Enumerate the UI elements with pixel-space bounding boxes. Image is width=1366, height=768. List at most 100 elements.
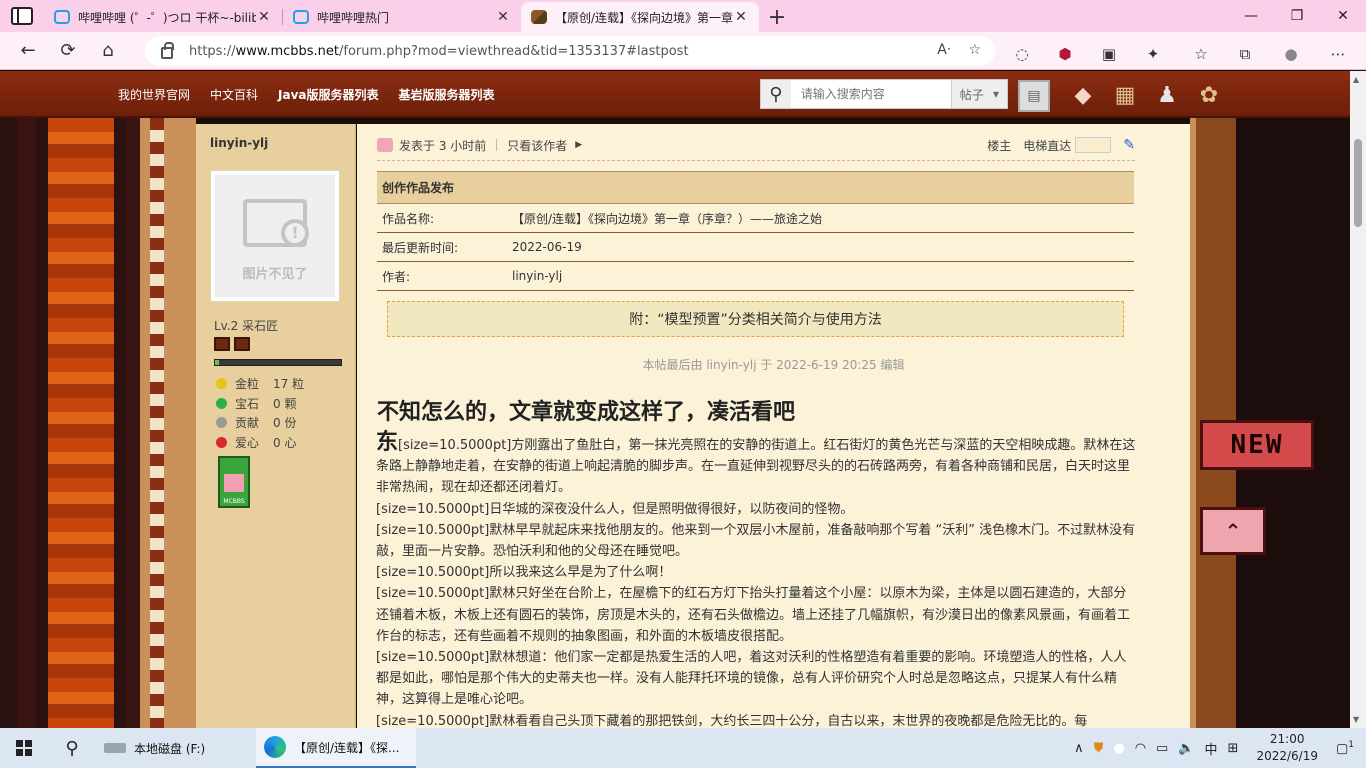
volume-icon[interactable]: 🔈 [1178,741,1194,756]
shopping-icon[interactable]: ◌ [1010,42,1034,66]
tab-close-icon[interactable]: ✕ [256,9,272,25]
scroll-up-icon[interactable]: ▲ [1353,75,1359,84]
lock-icon[interactable] [161,42,174,59]
system-tray: ∧ ⛊ ● ◠ ▭ 🔈 中 ⊞ 21:00 2022/6/19 ▢1 [1074,728,1366,768]
post-meta: 发表于 3 小时前 只看该作者 ▶ 楼主 电梯直达 ✎ [377,135,1135,155]
gold-nugget-icon [216,378,227,390]
more-menu-icon[interactable]: ⋯ [1326,42,1350,66]
warning-icon: ! [281,219,309,247]
tab-close-icon[interactable]: ✕ [495,9,511,25]
wifi-icon[interactable]: ◠ [1135,741,1146,756]
apple-heart-icon [216,436,227,448]
url-bar[interactable]: https://www.mcbbs.net/forum.php?mod=view… [145,36,995,66]
crafting-table-icon[interactable]: ▦ [1110,80,1140,110]
chevron-up-icon: ⌃ [1224,519,1242,543]
minimize-icon[interactable]: — [1228,0,1274,32]
circle-app-icon[interactable]: ● [1113,741,1124,756]
cake-icon[interactable]: ◆ [1068,80,1098,110]
taskbar-app-explorer[interactable]: 本地磁盘 (F:) [96,728,256,768]
browser-tab-bilibili-hot[interactable]: 哔哩哔哩热门 ✕ [283,2,521,32]
drive-icon [104,743,126,753]
collections-icon[interactable]: ⧉ [1233,42,1257,66]
scrollbar-thumb[interactable] [1354,139,1362,227]
profile-avatar-icon[interactable]: ● [1279,42,1303,66]
avatar[interactable]: ! 图片不见了 [210,170,340,302]
url-text[interactable]: https://www.mcbbs.net/forum.php?mod=view… [189,44,689,59]
nav-wiki[interactable]: 中文百科 [210,86,258,103]
medal-badge[interactable]: MCBBS [218,456,250,508]
nav-java-servers[interactable]: Java版服务器列表 [278,86,378,103]
refresh-button[interactable]: ⟳ [48,32,88,70]
potion-icon[interactable]: ♟ [1152,80,1182,110]
chevron-down-icon: ▾ [992,87,999,101]
windows-logo-icon [16,740,32,756]
table-row: 最后更新时间: 2022-06-19 [377,232,1134,262]
clock[interactable]: 21:00 2022/6/19 [1248,731,1326,765]
author-stats: 金粒 17 粒 宝石 0 颗 贡献 0 份 爱心 0 心 [216,374,304,452]
tab-title: 【原创/连载】《探向边境》第一章 [555,10,733,25]
ime-indicator[interactable]: 中 [1205,739,1218,758]
model-preset-notice[interactable]: 附：“模型预置”分类相关简介与使用方法 [387,301,1124,337]
table-row: 作者: linyin-ylj [377,261,1134,291]
browser-tab-mcbbs[interactable]: 【原创/连载】《探向边境》第一章 ✕ [521,2,759,32]
taskbar-app-edge[interactable]: 【原创/连载】《探... [256,728,416,768]
paragraph: [size=10.5000pt]默林看看自己头顶下藏着的那把铁剑，大约长三四十公… [376,713,1088,728]
new-post-sticker[interactable]: NEW [1200,420,1314,470]
site-search: ⚲ 帖子 ▾ [760,79,1008,109]
bilibili-icon [54,10,70,24]
search-input[interactable] [790,80,951,108]
paragraph: [size=10.5000pt]默林早早就起床来找他朋友的。他来到一个双层小木屋… [376,522,1136,560]
extension-black-icon[interactable]: ▣ [1097,42,1121,66]
extensions-puzzle-icon[interactable]: ✦ [1141,42,1165,66]
only-author-link[interactable]: 只看该作者 [507,137,567,154]
back-button[interactable]: ← [8,32,48,70]
triangle-right-icon[interactable]: ▶ [575,140,582,150]
author-level[interactable]: Lv.2 采石匠 [214,317,278,334]
search-scope-select[interactable]: 帖子 ▾ [950,80,1007,108]
security-shield-icon[interactable]: ⛊ [1094,741,1104,756]
pig-face-icon [377,138,393,152]
author-name[interactable]: linyin-ylj [210,136,268,150]
taskbar-search-icon[interactable]: ⚲ [48,728,96,768]
page-scrollbar[interactable]: ▲ ▼ [1350,71,1366,728]
extension-hex-icon[interactable]: ⬢ [1053,42,1077,66]
minecraft-block-icon [531,10,547,24]
browser-tab-strip: 哔哩哔哩 (゜-゜)つロ 干杯~-bilibili ✕ 哔哩哔哩热门 ✕ 【原创… [0,0,1366,32]
nav-minecraft-official[interactable]: 我的世界官网 [118,86,190,103]
close-window-icon[interactable]: ✕ [1320,0,1366,32]
search-submit-button[interactable]: ▤ [1018,80,1050,112]
author-panel: linyin-ylj ! 图片不见了 Lv.2 采石匠 金粒 17 粒 宝石 0 颗… [196,124,356,728]
nav-bedrock-servers[interactable]: 基岩版服务器列表 [399,86,495,103]
home-button[interactable]: ⌂ [88,32,128,70]
frame-ribbon [150,118,164,728]
palette-icon[interactable]: ✿ [1194,80,1224,110]
post-body: 东[size=10.5000pt]方刚露出了鱼肚白，第一抹光亮照在的安静的街道上… [376,432,1138,729]
restore-icon[interactable]: ❐ [1274,0,1320,32]
paragraph: [size=10.5000pt]日华城的深夜没什么人，但是照明做得很好，以防夜间… [376,501,854,517]
stat-gem: 宝石 0 颗 [216,394,304,414]
start-button[interactable] [0,728,48,768]
show-hidden-icons-icon[interactable]: ∧ [1074,741,1084,756]
read-aloud-icon[interactable]: Aᐧ [937,42,950,58]
battery-icon[interactable]: ▭ [1156,741,1168,756]
favorites-icon[interactable]: ☆ [1189,42,1213,66]
floor-jump-input[interactable] [1075,137,1112,153]
scroll-down-icon[interactable]: ▼ [1353,715,1359,724]
table-row: 作品名称: 【原创/连载】《探向边境》第一章（序章？）——旅途之始 [377,203,1134,233]
search-icon: ⚲ [761,80,791,108]
favorite-add-icon[interactable]: ☆ [968,42,981,58]
new-tab-button[interactable]: + [759,2,795,32]
tab-title: 哔哩哔哩热门 [317,10,390,25]
tab-actions-menu-button[interactable] [0,0,44,32]
paragraph: [size=10.5000pt]默林只好坐在台阶上，在屋檐下的红石方灯下抬头打量… [376,586,1131,644]
taskbar: ⚲ 本地磁盘 (F:) 【原创/连载】《探... ∧ ⛊ ● ◠ ▭ 🔈 中 ⊞… [0,728,1366,768]
back-to-top-sticker[interactable]: ⌃ [1200,507,1266,555]
tab-close-icon[interactable]: ✕ [733,9,749,25]
notification-center-icon[interactable]: ▢1 [1336,740,1354,756]
jump-label: 电梯直达 [1023,138,1072,153]
pig-icon [224,474,244,492]
pen-icon[interactable]: ✎ [1123,137,1135,153]
ime-mode-icon[interactable]: ⊞ [1228,741,1239,756]
lava-fall-decoration [48,118,114,728]
browser-tab-bilibili[interactable]: 哔哩哔哩 (゜-゜)つロ 干杯~-bilibili ✕ [44,2,282,32]
